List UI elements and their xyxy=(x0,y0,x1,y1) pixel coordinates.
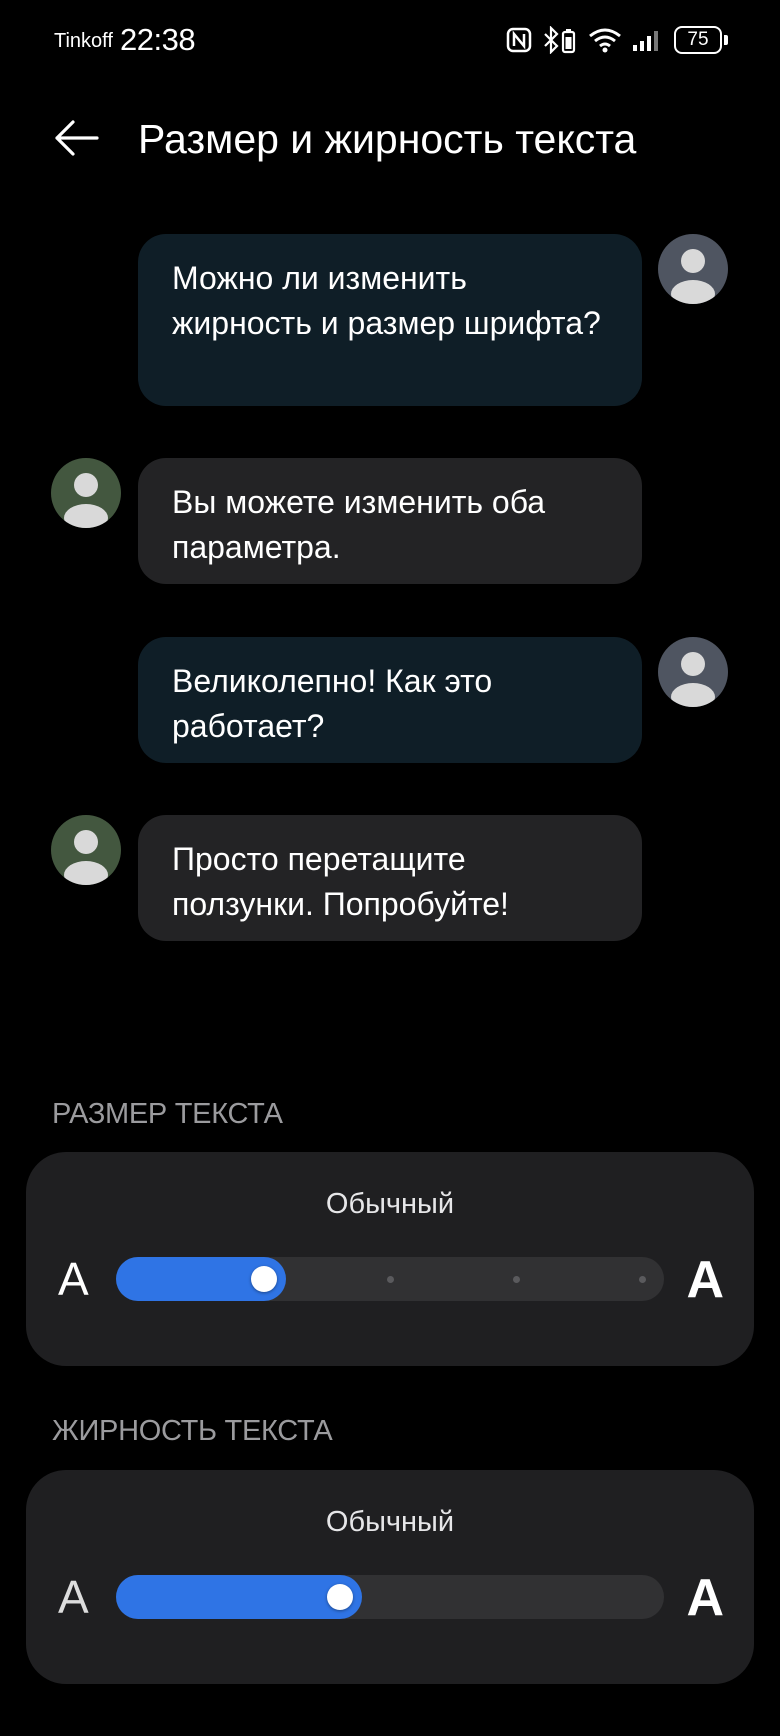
signal-icon xyxy=(632,27,664,53)
chat-bubble-outgoing: Можно ли изменить жирность и размер шриф… xyxy=(138,234,642,406)
battery-icon: 75 xyxy=(674,26,728,54)
chat-bubble-outgoing: Великолепно! Как это работает? xyxy=(138,637,642,763)
battery-level: 75 xyxy=(674,26,722,54)
status-icons: 75 xyxy=(506,24,728,56)
chat-bubble-incoming: Вы можете изменить оба параметра. xyxy=(138,458,642,584)
user-avatar-icon xyxy=(658,637,728,707)
user-avatar-icon xyxy=(51,458,121,528)
arrow-left-icon xyxy=(53,118,99,163)
text-weight-slider-fill xyxy=(116,1575,362,1619)
text-size-section-label: РАЗМЕР ТЕКСТА xyxy=(52,1098,283,1130)
text-size-slider-thumb[interactable] xyxy=(251,1266,277,1292)
slider-step-dot xyxy=(512,1276,520,1283)
text-size-value: Обычный xyxy=(325,1188,455,1220)
text-weight-section-label: ЖИРНОСТЬ ТЕКСТА xyxy=(52,1415,333,1447)
slider-step-dot xyxy=(638,1276,646,1283)
text-weight-card: Обычный A A xyxy=(26,1470,754,1684)
chat-bubble-incoming: Просто перетащите ползунки. Попробуйте! xyxy=(138,815,642,941)
user-avatar-icon xyxy=(658,234,728,304)
header: Размер и жирность текста xyxy=(0,100,780,180)
bold-a-glyph: A xyxy=(686,1569,724,1627)
text-weight-value: Обычный xyxy=(325,1506,455,1538)
thin-a-glyph: A xyxy=(58,1571,89,1623)
text-weight-slider[interactable] xyxy=(116,1575,664,1619)
bluetooth-battery-icon xyxy=(542,26,578,54)
back-button[interactable] xyxy=(50,118,102,162)
large-a-glyph: A xyxy=(686,1251,724,1309)
text-size-card: Обычный A A xyxy=(26,1152,754,1366)
nfc-icon xyxy=(506,27,532,53)
status-bar: Tinkoff 22:38 75 xyxy=(0,0,780,80)
text-weight-slider-thumb[interactable] xyxy=(326,1584,353,1610)
slider-step-dot xyxy=(386,1276,394,1283)
status-time: 22:38 xyxy=(120,22,196,57)
user-avatar-icon xyxy=(51,815,121,885)
text-size-slider[interactable] xyxy=(116,1257,664,1301)
wifi-icon xyxy=(588,26,622,54)
page-title: Размер и жирность текста xyxy=(138,116,637,162)
small-a-glyph: A xyxy=(58,1253,89,1305)
carrier-name: Tinkoff xyxy=(54,30,113,52)
